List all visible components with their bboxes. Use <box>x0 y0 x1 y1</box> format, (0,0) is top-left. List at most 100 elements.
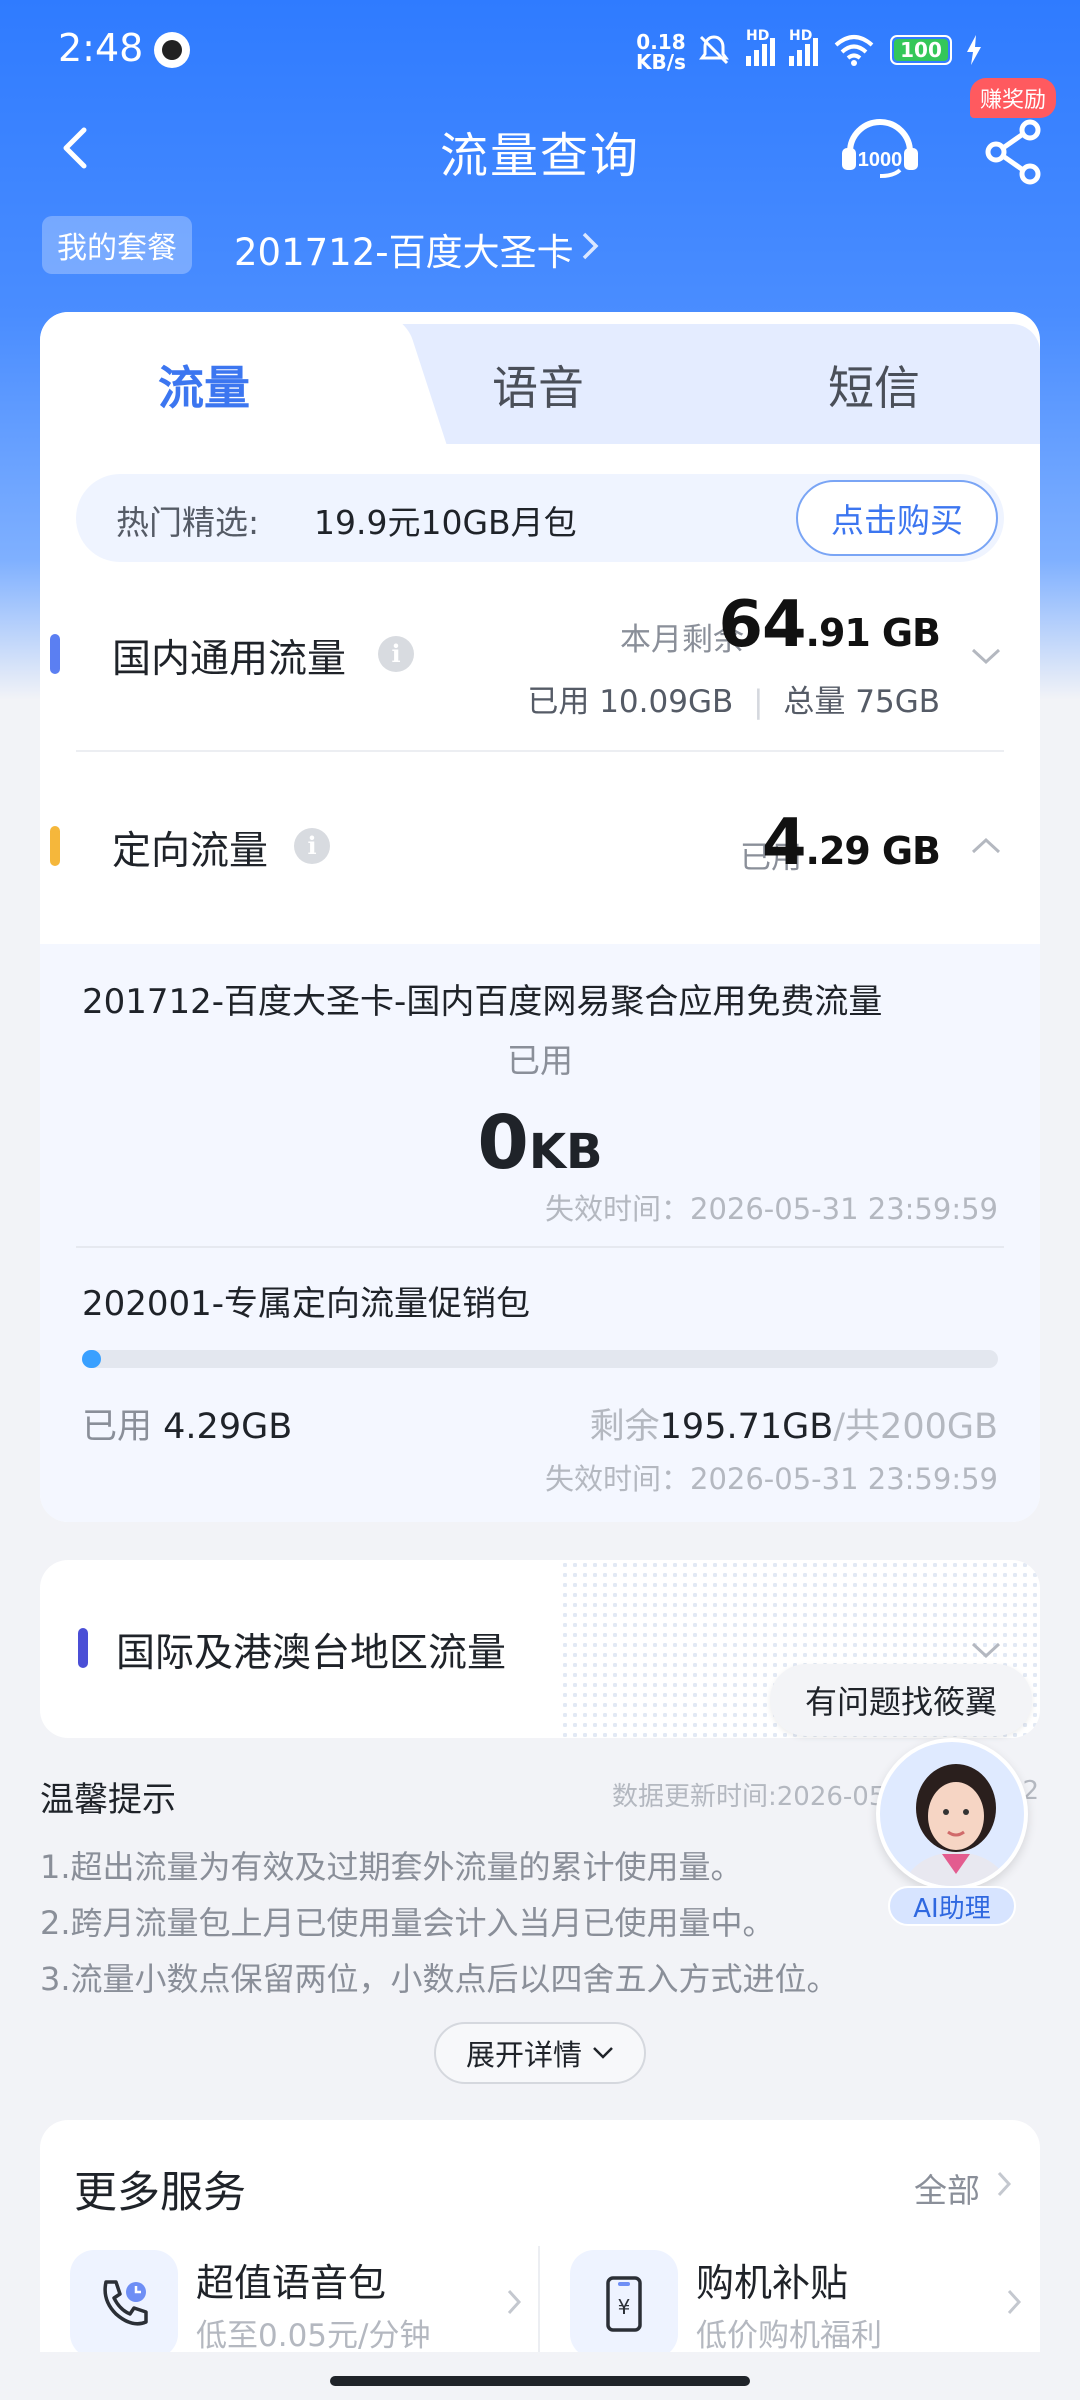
package-progress-fill <box>82 1350 102 1368</box>
package-expire-time: 失效时间：2026-05-31 23:59:59 <box>545 1192 998 1226</box>
directional-accent-bar <box>50 826 60 866</box>
expand-details-button[interactable]: 展开详情 <box>434 2022 646 2084</box>
chevron-down-icon[interactable] <box>970 1640 1002 1660</box>
help-bubble[interactable]: 有问题找筱翼 <box>770 1664 1032 1736</box>
expand-label: 展开详情 <box>465 2038 582 2072</box>
package-progress-bar <box>82 1350 998 1368</box>
charging-icon <box>967 35 981 65</box>
view-all-link[interactable]: 全部 <box>914 2164 980 2212</box>
more-services-title: 更多服务 <box>74 2168 246 2218</box>
chevron-right-icon <box>507 2289 522 2315</box>
used-dec: .29 <box>805 829 871 873</box>
svg-text:¥: ¥ <box>618 2295 631 2319</box>
service-subtitle: 低价购机福利 <box>696 2318 882 2354</box>
promo-banner: 热门精选: 19.9元10GB月包 点击购买 <box>76 474 1004 562</box>
chevron-down-icon <box>593 2047 613 2059</box>
tip-item: 1.超出流量为有效及过期套外流量的累计使用量。 <box>40 1848 743 1886</box>
service-name: 购机补贴 <box>696 2261 849 2305</box>
domestic-accent-bar <box>50 634 60 674</box>
package-name: 202001-专属定向流量促销包 <box>82 1284 531 1324</box>
hd-label: HD <box>789 28 813 44</box>
reward-badge[interactable]: 赚奖励 <box>970 78 1057 118</box>
mute-bell-icon <box>699 35 729 65</box>
domestic-usage-line: 已用 10.09GB | 总量 75GB <box>527 684 940 720</box>
yen-phone-icon: ¥ <box>570 2250 678 2358</box>
battery-level: 100 <box>900 38 942 62</box>
package-used-label: 已用 <box>82 1407 153 1447</box>
chevron-down-icon[interactable] <box>970 646 1002 666</box>
info-icon[interactable]: i <box>294 828 330 864</box>
used-value-unit: KB <box>528 1124 603 1180</box>
share-button[interactable] <box>980 116 1050 186</box>
package-remain-value: 195.71GB <box>659 1407 834 1447</box>
tab-sms[interactable]: 短信 <box>828 352 920 418</box>
promo-label: 热门精选: <box>116 503 260 542</box>
remain-int: 64 <box>718 588 806 662</box>
directional-used-value: 4.29 GB <box>761 806 941 880</box>
signal-1-icon: HD <box>746 28 775 66</box>
service-subtitle: 低至0.05元/分钟 <box>196 2318 431 2354</box>
plan-name[interactable]: 201712-百度大圣卡 <box>234 222 574 276</box>
tip-item: 2.跨月流量包上月已使用量会计入当月已使用量中。 <box>40 1904 775 1942</box>
tip-item: 3.流量小数点保留两位，小数点后以四舍五入方式进位。 <box>40 1960 839 1998</box>
package-used-label: 已用 <box>507 1041 573 1080</box>
info-icon[interactable]: i <box>378 636 414 672</box>
domestic-title: 国内通用流量 <box>112 637 347 682</box>
hd-label: HD <box>746 28 770 44</box>
service-name: 超值语音包 <box>196 2261 387 2305</box>
remain-unit: GB <box>881 611 941 655</box>
package-total: /共200GB <box>833 1407 998 1447</box>
ai-assistant-label: AI助理 <box>888 1886 1016 1926</box>
divider <box>538 2246 540 2366</box>
status-time: 2:48 <box>58 26 144 70</box>
ai-assistant-avatar <box>876 1738 1028 1890</box>
data-usage-card: 流量 语音 短信 热门精选: 19.9元10GB月包 点击购买 国内通用流量 i… <box>40 312 1040 1522</box>
international-title: 国际及港澳台地区流量 <box>116 1631 507 1676</box>
divider <box>76 1246 1004 1248</box>
data-update-time: 数据更新时间:2026-05 <box>612 1782 886 1812</box>
speed-unit: KB/s <box>636 50 686 74</box>
signal-2-icon: HD <box>789 28 818 66</box>
status-icons: HD HD 100 <box>696 28 982 70</box>
domestic-total: 总量 75GB <box>783 684 940 720</box>
package-used: 已用 4.29GB <box>82 1398 292 1449</box>
buy-button[interactable]: 点击购买 <box>796 480 998 556</box>
domestic-used: 已用 10.09GB <box>527 684 734 720</box>
international-accent-bar <box>78 1628 88 1668</box>
service-item-phone-subsidy[interactable]: ¥ 购机补贴 低价购机福利 <box>570 2246 1040 2366</box>
package-used-value: 0KB <box>40 1100 1040 1186</box>
customer-service-10000-icon[interactable]: 1000 <box>838 110 922 190</box>
tab-voice[interactable]: 语音 <box>492 352 584 418</box>
chevron-right-icon[interactable] <box>996 2170 1012 2198</box>
phone-clock-icon <box>70 2250 178 2358</box>
svg-text:1000: 1000 <box>858 149 903 171</box>
used-unit: GB <box>881 829 941 873</box>
tab-data[interactable]: 流量 <box>158 352 250 418</box>
clock-app-icon <box>154 32 190 68</box>
wifi-icon <box>834 35 874 66</box>
package-remain: 剩余195.71GB/共200GB <box>590 1398 998 1449</box>
chevron-up-icon[interactable] <box>970 836 1002 856</box>
chevron-right-icon <box>1007 2289 1022 2315</box>
my-plan-tag: 我的套餐 <box>42 216 192 274</box>
domestic-remain-value: 64.91 GB <box>718 588 941 662</box>
view-all-label: 全部 <box>914 2171 980 2210</box>
ai-assistant-button[interactable]: AI助理 <box>872 1738 1032 1926</box>
package-remain-label: 剩余 <box>589 1407 660 1447</box>
used-value-number: 0 <box>477 1100 529 1186</box>
service-item-voice-pack[interactable]: 超值语音包 低至0.05元/分钟 <box>70 2246 540 2366</box>
home-indicator[interactable] <box>330 2376 750 2386</box>
promo-text: 19.9元10GB月包 <box>314 503 577 542</box>
tips-title: 温馨提示 <box>40 1780 176 1820</box>
package-name: 201712-百度大圣卡-国内百度网易聚合应用免费流量 <box>82 982 883 1022</box>
package-expire-time: 失效时间：2026-05-31 23:59:59 <box>545 1462 998 1496</box>
network-speed: 0.18 KB/s <box>636 32 686 72</box>
chevron-right-icon[interactable] <box>580 230 600 262</box>
remain-dec: .91 <box>805 611 871 655</box>
battery-icon: 100 <box>890 35 952 65</box>
directional-title: 定向流量 <box>112 829 269 874</box>
used-int: 4 <box>761 806 807 880</box>
speed-value: 0.18 <box>636 30 686 54</box>
divider <box>76 750 1004 752</box>
package-used-value: 4.29GB <box>163 1407 293 1447</box>
